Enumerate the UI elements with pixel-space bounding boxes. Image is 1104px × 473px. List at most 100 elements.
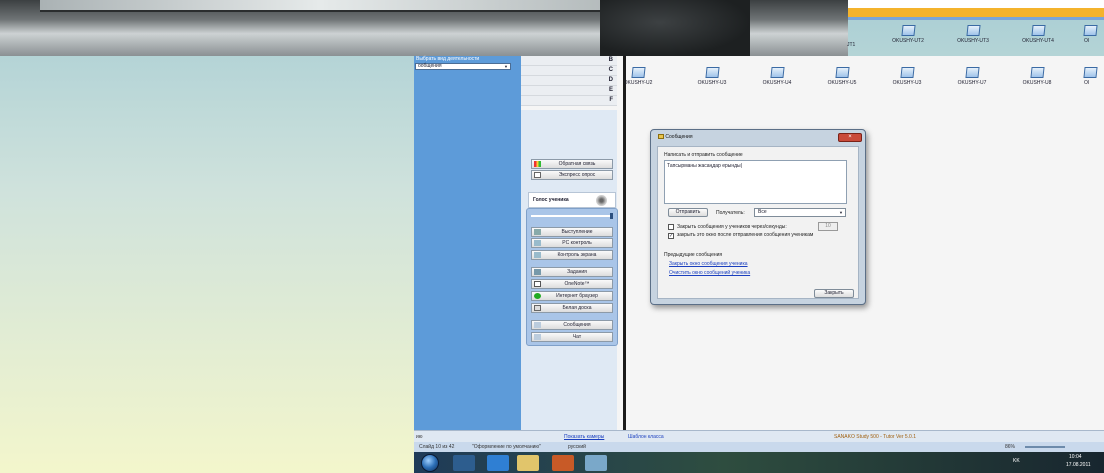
group-row[interactable]: C bbox=[521, 66, 617, 76]
computer-name: OKUSHY-UT4 bbox=[1022, 38, 1054, 44]
speech-icon bbox=[534, 229, 541, 235]
browser-button[interactable]: Интернет браузер bbox=[531, 291, 613, 301]
computer-name: OI bbox=[1084, 80, 1090, 86]
close-student-window-link[interactable]: Закрыть окно сообщения ученика bbox=[669, 261, 748, 267]
class-template-text: Шаблон класса bbox=[628, 434, 664, 440]
language-indicator: русский bbox=[568, 444, 586, 450]
student-voice-title: Голос ученика bbox=[533, 197, 569, 203]
tasks-button[interactable]: Задания bbox=[531, 267, 613, 277]
group-row-label: E bbox=[608, 87, 613, 93]
group-row-label: C bbox=[608, 67, 613, 73]
media-player-icon[interactable] bbox=[453, 455, 475, 471]
monitor-icon bbox=[964, 67, 980, 78]
pc-control-icon bbox=[534, 240, 541, 246]
volume-slider-knob[interactable] bbox=[610, 213, 613, 219]
recipient-label: Получатель: bbox=[716, 210, 745, 216]
close-after-checkbox[interactable] bbox=[668, 224, 674, 230]
speech-button[interactable]: Выступление bbox=[531, 227, 613, 237]
close-icon: × bbox=[848, 134, 852, 140]
close-after-seconds[interactable]: 10 bbox=[818, 222, 838, 231]
recipient-select[interactable]: Все ▼ bbox=[754, 208, 846, 217]
activity-select[interactable]: ообщения ▼ bbox=[415, 63, 511, 70]
computer-name: OKUSHY-UT3 bbox=[957, 38, 989, 44]
chevron-down-icon: ▼ bbox=[504, 64, 508, 69]
messages-button[interactable]: Сообщения bbox=[531, 320, 613, 330]
student-computer[interactable]: OKUSHY-UT3 bbox=[938, 25, 1008, 44]
chat-button[interactable]: Чат bbox=[531, 332, 613, 342]
messages-label: Сообщения bbox=[563, 322, 591, 328]
student-computer[interactable]: OKUSHY-U7 bbox=[937, 67, 1007, 86]
pc-control-button[interactable]: PC контроль bbox=[531, 238, 613, 248]
monitor-icon bbox=[899, 67, 915, 78]
internet-explorer-icon[interactable] bbox=[487, 455, 509, 471]
file-explorer-icon[interactable] bbox=[517, 455, 539, 471]
tutor-status-bar bbox=[414, 430, 1104, 442]
pc-control-label: PC контроль bbox=[562, 240, 592, 246]
show-cameras-link[interactable]: Показать камеры bbox=[564, 434, 604, 440]
group-row[interactable]: D bbox=[521, 76, 617, 86]
clock-date: 17.08.2011 bbox=[1066, 462, 1091, 468]
clear-student-window-link[interactable]: Очистить окно сообщений ученика bbox=[669, 270, 750, 276]
group-row[interactable]: E bbox=[521, 86, 617, 96]
computer-name: OKUSHY-U4 bbox=[762, 80, 792, 86]
sanako-taskbar-icon[interactable] bbox=[585, 455, 607, 471]
group-row[interactable]: F bbox=[521, 96, 617, 106]
monitor-icon bbox=[1083, 25, 1098, 36]
express-poll-button[interactable]: Экспресс опрос bbox=[531, 170, 613, 180]
volume-slider[interactable] bbox=[531, 213, 613, 219]
whiteboard-frame bbox=[40, 0, 600, 12]
send-button[interactable]: Отправить bbox=[668, 208, 708, 217]
powerpoint-icon[interactable] bbox=[552, 455, 574, 471]
browser-label: Интернет браузер bbox=[556, 293, 598, 299]
group-row-label: B bbox=[608, 57, 613, 63]
zoom-level: 86% bbox=[1005, 444, 1016, 450]
close-window-checkbox[interactable]: ✓ bbox=[668, 233, 674, 239]
feedback-button[interactable]: Обратная связь bbox=[531, 159, 613, 169]
envelope-icon bbox=[658, 134, 664, 140]
onenote-icon bbox=[534, 281, 541, 287]
compose-label: Написать и отправить сообщение bbox=[664, 152, 743, 158]
feedback-label: Обратная связь bbox=[558, 161, 596, 167]
monitor-icon bbox=[630, 67, 646, 78]
screen-control-label: Контроль экрана bbox=[557, 252, 597, 258]
checkmark-icon: ✓ bbox=[669, 233, 674, 239]
computer-name: OKUSHY-U3 bbox=[892, 80, 922, 86]
student-computer[interactable]: OKUSHY-U2 bbox=[616, 67, 660, 86]
student-voice-header[interactable]: Голос ученика bbox=[528, 192, 616, 208]
photo-strip bbox=[0, 0, 848, 56]
input-language[interactable]: KK bbox=[1013, 458, 1020, 464]
monitor-icon bbox=[900, 25, 916, 36]
recipient-value: Все bbox=[758, 209, 767, 215]
chevron-down-icon: ▼ bbox=[839, 210, 843, 215]
group-row[interactable]: B bbox=[521, 56, 617, 66]
dialog-close-bottom-button[interactable]: Закрыть bbox=[814, 289, 854, 298]
whiteboard-button[interactable]: Белая доска bbox=[531, 303, 613, 313]
zoom-slider[interactable] bbox=[1025, 446, 1065, 448]
student-computer[interactable]: OKUSHY-UT2 bbox=[873, 25, 943, 44]
message-textarea[interactable]: Тапсырманы жасаңдар ерынды| bbox=[664, 160, 847, 204]
onenote-button[interactable]: OneNote™ bbox=[531, 279, 613, 289]
student-computer[interactable]: OKUSHY-U3 bbox=[872, 67, 942, 86]
whiteboard-label: Белая доска bbox=[562, 305, 592, 311]
speech-label: Выступление bbox=[561, 229, 593, 235]
close-after-label: Закрыть сообщения у учеников через/секун… bbox=[677, 224, 787, 230]
student-computer[interactable]: OI bbox=[1074, 67, 1104, 86]
dialog-close-button[interactable]: × bbox=[838, 133, 862, 142]
whiteboard-icon bbox=[534, 305, 541, 311]
student-computer[interactable]: OI bbox=[1074, 25, 1104, 44]
student-computer[interactable]: OKUSHY-U8 bbox=[1002, 67, 1072, 86]
monitor-icon bbox=[1030, 25, 1046, 36]
start-button[interactable] bbox=[421, 454, 439, 472]
student-computer[interactable]: OKUSHY-U4 bbox=[742, 67, 812, 86]
computer-name: OI bbox=[1084, 38, 1090, 44]
student-computer[interactable]: OKUSHY-U5 bbox=[807, 67, 877, 86]
poll-icon bbox=[534, 172, 541, 178]
messages-icon bbox=[534, 322, 541, 328]
student-computer[interactable]: OKUSHY-U3 bbox=[677, 67, 747, 86]
screen-control-button[interactable]: Контроль экрана bbox=[531, 250, 613, 260]
student-computer[interactable]: OKUSHY-UT4 bbox=[1003, 25, 1073, 44]
monitor-icon bbox=[769, 67, 785, 78]
onenote-label: OneNote™ bbox=[564, 281, 590, 287]
computer-name: OKUSHY-U3 bbox=[697, 80, 727, 86]
express-poll-label: Экспресс опрос bbox=[558, 172, 596, 178]
